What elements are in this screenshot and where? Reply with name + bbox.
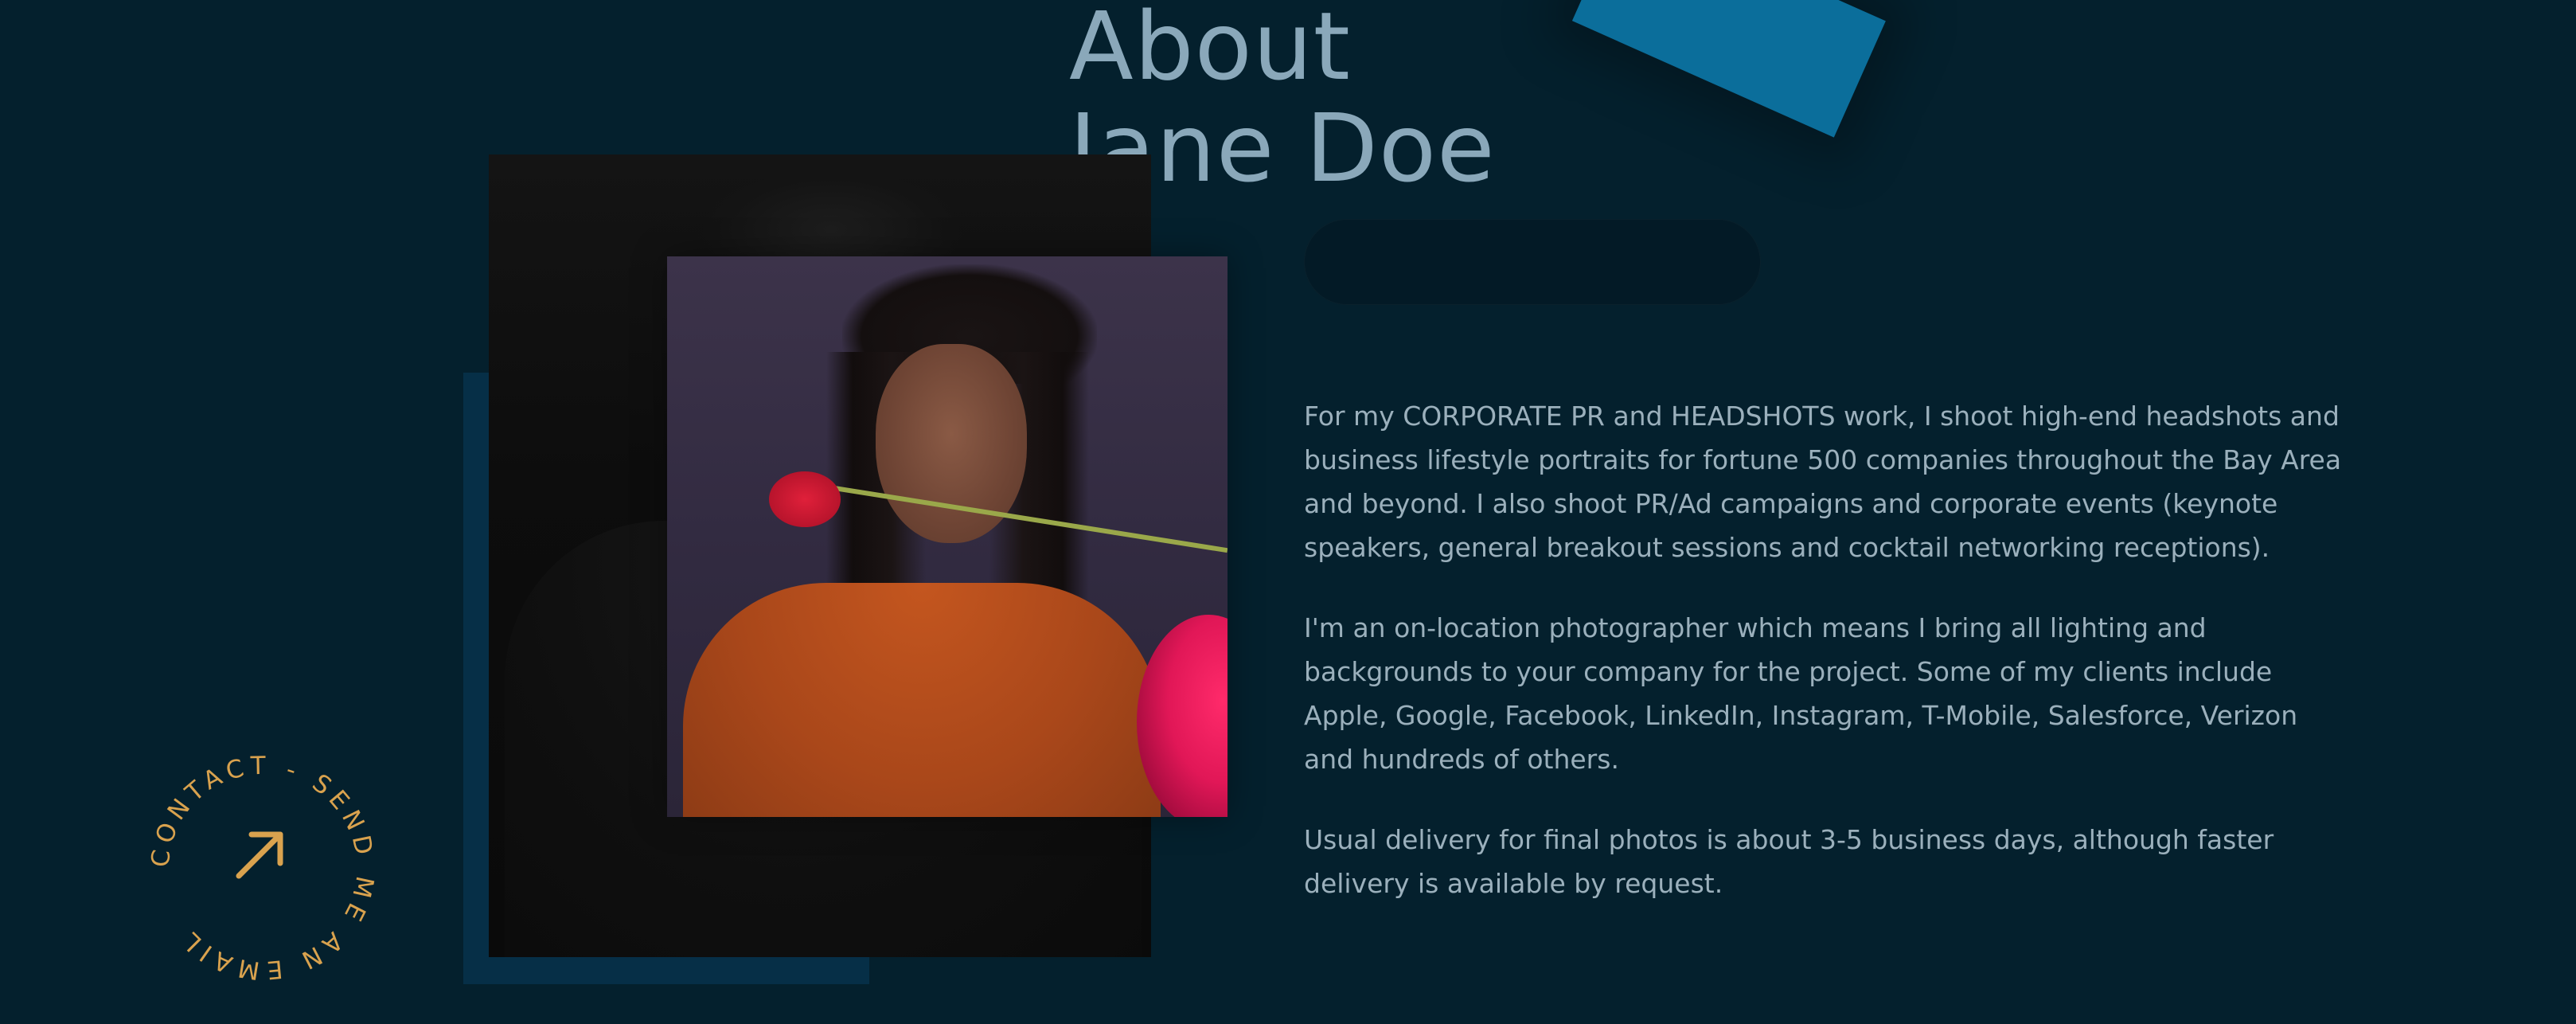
contact-ring-text: CONTACT - SEND ME AN EMAIL bbox=[146, 752, 379, 985]
arrow-up-right-icon bbox=[236, 831, 283, 879]
photo-detail bbox=[1137, 615, 1228, 817]
portrait-photo-main bbox=[667, 256, 1228, 817]
contact-email-link[interactable]: CONTACT - SEND ME AN EMAIL bbox=[135, 741, 390, 995]
photo-detail bbox=[683, 583, 1161, 817]
bio-paragraph: Usual delivery for final photos is about… bbox=[1304, 824, 2274, 899]
bio-paragraph: For my CORPORATE PR and HEADSHOTS work, … bbox=[1304, 401, 2342, 563]
photo-detail bbox=[769, 471, 841, 527]
bio-paragraph: I'm an on-location photographer which me… bbox=[1304, 612, 2298, 775]
decorative-pill bbox=[1304, 219, 1761, 305]
bio-text: For my CORPORATE PR and HEADSHOTS work, … bbox=[1304, 394, 2355, 942]
page-title-line-1: About bbox=[1069, 0, 1351, 101]
contact-ring-badge: CONTACT - SEND ME AN EMAIL bbox=[146, 752, 379, 985]
decorative-corner-shape bbox=[1571, 0, 1886, 138]
